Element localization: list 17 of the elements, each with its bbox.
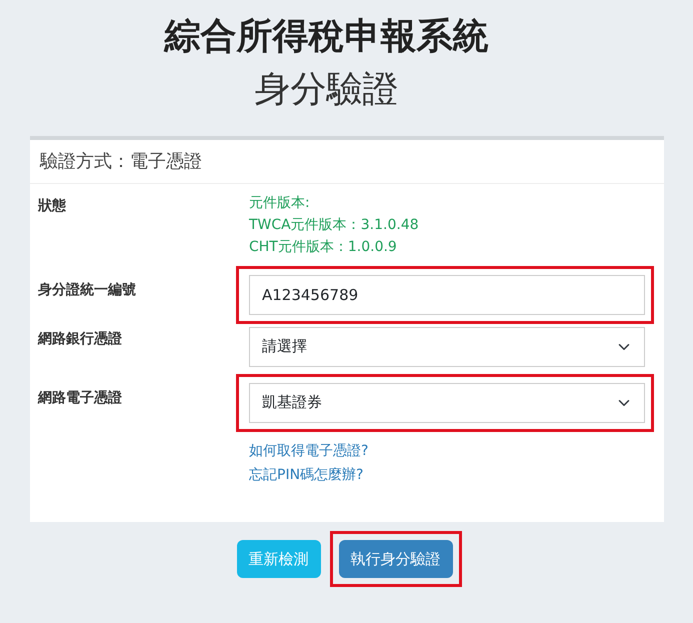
page-subtitle: 身分驗證 [254,68,400,112]
certificate-select[interactable]: 凱基證券 [249,382,645,423]
field-label: 網路銀行憑證 [38,330,122,347]
panel-header: 驗證方式：電子憑證 [30,140,664,184]
verify-button[interactable]: 執行身分驗證 [338,540,452,578]
field-label: 身分證統一編號 [38,282,136,298]
certificate-select[interactable]: 請選擇 [249,326,645,367]
field-label: 狀態 [38,198,66,214]
version-text: 元件版本: [249,194,311,213]
page-title: 綜合所得稅申報系統 [162,15,490,59]
recheck-button[interactable]: 重新檢測 [236,540,320,578]
field-label: 網路電子憑證 [38,390,122,406]
help-link[interactable]: 如何取得電子憑證? [249,442,368,459]
version-text: TWCA元件版本：3.1.0.48 [249,216,420,235]
help-link[interactable]: 忘記PIN碼怎麼辦? [249,466,364,483]
version-text: CHT元件版本：1.0.0.9 [249,238,398,257]
id-number-field[interactable]: A123456789 [249,274,645,315]
